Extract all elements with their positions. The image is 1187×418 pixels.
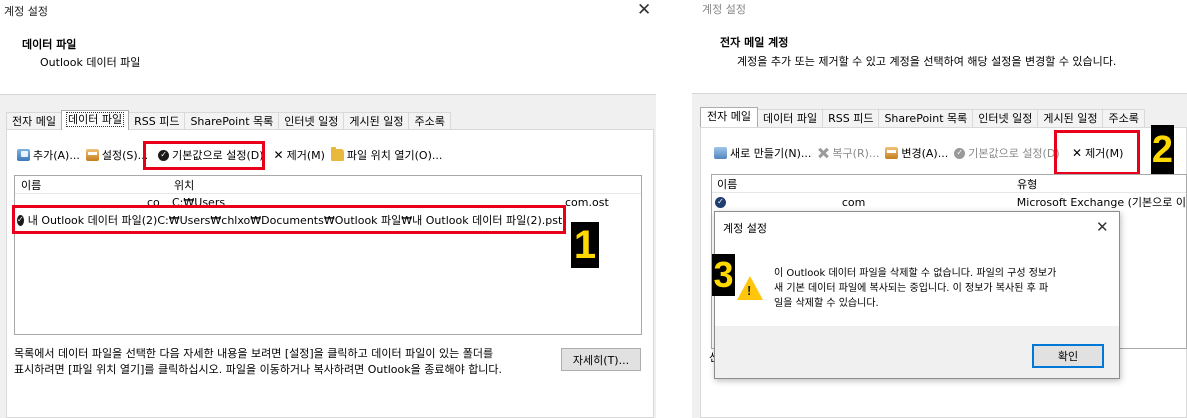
tab-sharepoint-lists[interactable]: SharePoint 목록: [878, 109, 974, 127]
tab-label: RSS 피드: [134, 115, 180, 128]
settings-label: 설정(S)...: [101, 149, 149, 162]
open-location-label: 파일 위치 열기(O)...: [346, 149, 443, 162]
add-label: 추가(A)...: [33, 149, 80, 162]
data-file-list[interactable]: 이름 위치 co C:₩Users com.ost: [14, 175, 642, 335]
error-dialog: 계정 설정 ✕ ! 이 Outlook 데이터 파일을 삭제할 수 없습니다. …: [714, 211, 1120, 379]
tab-label: 데이터 파일: [65, 112, 125, 127]
message-line-3: 일을 삭제할 수 있습니다.: [774, 298, 879, 309]
tab-label: SharePoint 목록: [190, 115, 274, 128]
tab-label: 인터넷 일정: [284, 115, 339, 128]
set-default-label: 기본값으로 설정(D): [968, 147, 1060, 160]
row-name: com: [841, 195, 866, 209]
open-file-location-button[interactable]: 파일 위치 열기(O)...: [328, 147, 445, 163]
header-subtitle: 계정을 추가 또는 제거할 수 있고 계정을 선택하여 해당 설정을 변경할 수…: [737, 55, 1117, 68]
tab-label: 인터넷 일정: [978, 112, 1033, 125]
close-icon[interactable]: ✕: [637, 2, 651, 19]
message-line-1: 이 Outlook 데이터 파일을 삭제할 수 없습니다. 파일의 구성 정보가: [774, 268, 1057, 279]
new-account-button[interactable]: 새로 만들기(N)...: [711, 145, 814, 161]
ok-button[interactable]: 확인: [1032, 344, 1104, 368]
tab-address-books[interactable]: 주소록: [408, 112, 451, 130]
header-subtitle: Outlook 데이터 파일: [40, 56, 141, 69]
column-name[interactable]: 이름: [15, 177, 172, 193]
add-file-icon: [17, 149, 30, 161]
tab-label: 데이터 파일: [762, 112, 818, 125]
tab-internet-calendars[interactable]: 인터넷 일정: [972, 109, 1039, 127]
tab-data-files[interactable]: 데이터 파일: [756, 109, 824, 127]
settings-icon: [85, 149, 99, 161]
tab-sharepoint-lists[interactable]: SharePoint 목록: [184, 112, 280, 130]
tab-published-calendars[interactable]: 게시된 일정: [343, 112, 410, 130]
tab-label: 전자 메일: [707, 110, 751, 123]
tab-internet-calendars[interactable]: 인터넷 일정: [278, 112, 345, 130]
change-settings-icon: [885, 147, 899, 159]
list-header: 이름 위치: [15, 176, 641, 194]
column-type[interactable]: 유형: [1017, 176, 1037, 192]
data-files-window: 계정 설정 ✕ 데이터 파일 Outlook 데이터 파일 전자 메일 데이터 …: [0, 0, 660, 418]
set-default-button[interactable]: ✓ 기본값으로 설정(D): [951, 145, 1062, 161]
x-icon: ✕: [273, 147, 284, 162]
step-badge-3: 3: [712, 254, 735, 296]
tab-label: 전자 메일: [12, 115, 56, 128]
tab-address-books[interactable]: 주소록: [1102, 109, 1145, 127]
window-title: 계정 설정: [702, 3, 746, 16]
change-button[interactable]: 변경(A)...: [882, 145, 951, 161]
tab-rss-feeds[interactable]: RSS 피드: [822, 109, 880, 127]
footer-text-line-2: 표시하려면 [파일 위치 열기]를 클릭하십시오. 파일을 이동하거나 복사하려…: [14, 363, 503, 376]
repair-label: 복구(R)...: [832, 147, 880, 160]
row-location-suffix: com.ost: [565, 196, 609, 209]
new-account-icon: [714, 147, 727, 159]
add-button[interactable]: 추가(A)...: [14, 147, 83, 163]
dialog-title: 계정 설정: [723, 222, 767, 235]
tab-label: 주소록: [1108, 112, 1139, 125]
tab-label: 게시된 일정: [349, 115, 404, 128]
tab-label: SharePoint 목록: [884, 112, 968, 125]
tab-strip: 전자 메일 데이터 파일 RSS 피드 SharePoint 목록 인터넷 일정…: [6, 110, 451, 130]
tab-data-files[interactable]: 데이터 파일: [60, 110, 130, 130]
table-row[interactable]: ✓ com Microsoft Exchange (기본으로 이: [712, 194, 1186, 210]
list-header: 이름 유형: [712, 175, 1186, 193]
tab-published-calendars[interactable]: 게시된 일정: [1037, 109, 1104, 127]
highlight-remove: [1054, 130, 1140, 175]
step-badge-1: 1: [571, 222, 599, 268]
close-icon[interactable]: ✕: [1096, 219, 1109, 236]
highlight-data-file-row: [12, 205, 566, 234]
tab-label: 주소록: [414, 115, 445, 128]
details-button[interactable]: 자세히(T)...: [561, 348, 641, 371]
toolbar: 새로 만들기(N)... 복구(R)... 변경(A)... ✓ 기본값으로 설정…: [711, 143, 1063, 163]
repair-tools-icon: [817, 147, 829, 159]
new-label: 새로 만들기(N)...: [730, 147, 812, 160]
row-type: Microsoft Exchange (기본으로 이: [1016, 196, 1186, 209]
folder-icon: [330, 147, 344, 161]
tab-label: 게시된 일정: [1043, 112, 1098, 125]
tab-label: RSS 피드: [828, 112, 874, 125]
window-title: 계정 설정: [4, 5, 48, 18]
remove-label: 제거(M): [286, 149, 325, 162]
header-title: 데이터 파일: [22, 38, 77, 51]
tab-rss-feeds[interactable]: RSS 피드: [128, 112, 186, 130]
tab-strip: 전자 메일 데이터 파일 RSS 피드 SharePoint 목록 인터넷 일정…: [700, 107, 1145, 127]
default-account-icon: ✓: [715, 196, 726, 208]
dialog-message: 이 Outlook 데이터 파일을 삭제할 수 없습니다. 파일의 구성 정보가…: [774, 266, 1056, 311]
change-label: 변경(A)...: [901, 147, 949, 160]
header-title: 전자 메일 계정: [720, 36, 789, 49]
column-location[interactable]: 위치: [172, 177, 194, 193]
tab-email[interactable]: 전자 메일: [700, 107, 758, 127]
email-accounts-window: 계정 설정 전자 메일 계정 계정을 추가 또는 제거할 수 있고 계정을 선택…: [692, 0, 1187, 418]
remove-button[interactable]: ✕ 제거(M): [271, 147, 328, 163]
tab-email[interactable]: 전자 메일: [6, 112, 62, 130]
dialog-titlebar: 계정 설정 ✕: [715, 212, 1119, 242]
message-line-2: 새 기본 데이터 파일에 복사되는 중입니다. 이 정보가 복사된 후 파: [774, 283, 1049, 294]
column-name[interactable]: 이름: [712, 176, 1017, 192]
settings-button[interactable]: 설정(S)...: [83, 147, 151, 163]
step-badge-2: 2: [1151, 125, 1174, 175]
check-circle-icon: ✓: [954, 147, 966, 159]
repair-button[interactable]: 복구(R)...: [814, 145, 882, 161]
highlight-set-default: [143, 141, 265, 170]
warning-icon: !: [737, 276, 763, 300]
